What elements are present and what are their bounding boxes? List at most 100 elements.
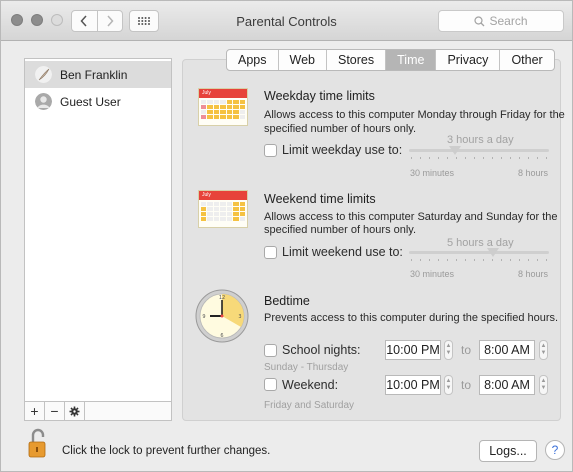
slider-tick	[519, 259, 520, 261]
school-nights-sub: Sunday - Thursday	[264, 362, 349, 373]
remove-user-button[interactable]: −	[45, 402, 65, 420]
slider-tick	[528, 157, 529, 159]
slider-tick	[546, 157, 547, 159]
weekday-calendar-icon: July	[198, 88, 248, 126]
calendar-month: July	[199, 89, 247, 98]
slider-tick	[510, 259, 511, 261]
slider-tick	[456, 259, 457, 261]
weekday-slider-thumb[interactable]	[449, 146, 462, 155]
weekend-desc-2: specified number of hours only.	[264, 224, 417, 236]
weekday-slider-max: 8 hours	[518, 168, 549, 178]
search-placeholder: Search	[489, 14, 528, 28]
bedtime-desc: Prevents access to this computer during …	[264, 312, 559, 324]
sidebar-footer: + −	[25, 401, 171, 420]
tab-time[interactable]: Time	[386, 50, 437, 70]
tab-privacy[interactable]: Privacy	[436, 50, 501, 70]
slider-tick	[537, 157, 538, 159]
user-item-guest-user[interactable]: Guest User	[25, 88, 171, 115]
tab-other[interactable]: Other	[500, 50, 553, 70]
search-icon	[474, 15, 485, 26]
weekday-desc-2: specified number of hours only.	[264, 123, 417, 135]
slider-tick	[519, 157, 520, 159]
weekend-calendar-icon: July	[198, 190, 248, 228]
slider-tick	[492, 259, 493, 261]
bedtime-clock-icon: 12 3 6 9	[194, 288, 250, 347]
slider-tick	[411, 157, 412, 159]
slider-tick	[447, 157, 448, 159]
add-user-button[interactable]: +	[25, 402, 45, 420]
limit-weekend-label: Limit weekend use to:	[282, 245, 403, 259]
weekend-slider-track[interactable]	[409, 251, 549, 254]
weekend-slider-value: 5 hours a day	[447, 237, 514, 249]
bedtime-title: Bedtime	[264, 294, 310, 308]
slider-tick	[501, 259, 502, 261]
preferences-window: Parental Controls Search Ben Franklin Gu…	[0, 0, 573, 472]
weekend-bedtime-from-stepper[interactable]: ▲ ▼	[444, 375, 453, 395]
school-nights-to-label: to	[461, 343, 472, 357]
slider-tick	[429, 157, 430, 159]
svg-text:3: 3	[238, 314, 241, 320]
slider-tick	[420, 259, 421, 261]
slider-tick	[537, 259, 538, 261]
feather-avatar-icon	[35, 66, 52, 83]
weekend-slider-max: 8 hours	[518, 269, 549, 279]
weekend-bedtime-label: Weekend:	[282, 378, 339, 392]
school-nights-to-stepper[interactable]: ▲ ▼	[539, 340, 548, 360]
weekday-title: Weekday time limits	[264, 89, 375, 103]
weekend-slider-thumb[interactable]	[487, 248, 499, 257]
limit-weekday-label: Limit weekday use to:	[282, 143, 403, 157]
slider-tick	[483, 259, 484, 261]
generic-avatar-icon	[35, 93, 52, 110]
school-nights-from-field[interactable]: 10:00 PM	[385, 340, 441, 360]
slider-tick	[456, 157, 457, 159]
calendar-month: July	[199, 191, 247, 200]
weekday-slider-ticks	[411, 157, 547, 161]
lock-icon[interactable]	[28, 427, 48, 462]
lock-message: Click the lock to prevent further change…	[62, 445, 271, 457]
logs-button[interactable]: Logs...	[479, 440, 537, 462]
tab-stores[interactable]: Stores	[327, 50, 387, 70]
weekend-desc-1: Allows access to this computer Saturday …	[264, 211, 558, 223]
title-bar: Parental Controls Search	[1, 1, 572, 41]
weekend-title: Weekend time limits	[264, 192, 376, 206]
weekday-desc-1: Allows access to this computer Monday th…	[264, 109, 565, 121]
user-item-ben-franklin[interactable]: Ben Franklin	[25, 61, 171, 88]
action-gear-icon[interactable]	[65, 402, 85, 420]
slider-tick	[492, 157, 493, 159]
weekend-bedtime-sub: Friday and Saturday	[264, 400, 355, 411]
slider-tick	[447, 259, 448, 261]
slider-tick	[411, 259, 412, 261]
weekday-slider-min: 30 minutes	[410, 168, 455, 178]
slider-tick	[510, 157, 511, 159]
slider-tick	[465, 157, 466, 159]
slider-tick	[474, 157, 475, 159]
school-nights-from-stepper[interactable]: ▲ ▼	[444, 340, 453, 360]
svg-text:9: 9	[202, 314, 205, 320]
weekday-slider-track[interactable]	[409, 149, 549, 152]
slider-tick	[474, 259, 475, 261]
weekend-bedtime-to-field[interactable]: 8:00 AM	[479, 375, 535, 395]
weekend-bedtime-to-stepper[interactable]: ▲ ▼	[539, 375, 548, 395]
weekend-slider-ticks	[411, 259, 547, 263]
school-nights-label: School nights:	[282, 343, 361, 357]
limit-weekend-checkbox[interactable]	[264, 246, 277, 259]
help-button[interactable]: ?	[545, 440, 565, 460]
slider-tick	[501, 157, 502, 159]
school-nights-to-field[interactable]: 8:00 AM	[479, 340, 535, 360]
school-nights-checkbox[interactable]	[264, 344, 277, 357]
tab-apps[interactable]: Apps	[227, 50, 279, 70]
user-list: Ben Franklin Guest User + −	[24, 58, 172, 421]
tab-bar: Apps Web Stores Time Privacy Other	[226, 49, 555, 71]
slider-tick	[438, 157, 439, 159]
search-field[interactable]: Search	[438, 10, 564, 32]
weekend-bedtime-from-field[interactable]: 10:00 PM	[385, 375, 441, 395]
weekday-slider-value: 3 hours a day	[447, 134, 514, 146]
tab-web[interactable]: Web	[279, 50, 327, 70]
slider-tick	[483, 157, 484, 159]
slider-tick	[420, 157, 421, 159]
user-name: Ben Franklin	[60, 67, 128, 82]
limit-weekday-checkbox[interactable]	[264, 144, 277, 157]
weekend-bedtime-checkbox[interactable]	[264, 378, 277, 391]
slider-tick	[429, 259, 430, 261]
slider-tick	[528, 259, 529, 261]
